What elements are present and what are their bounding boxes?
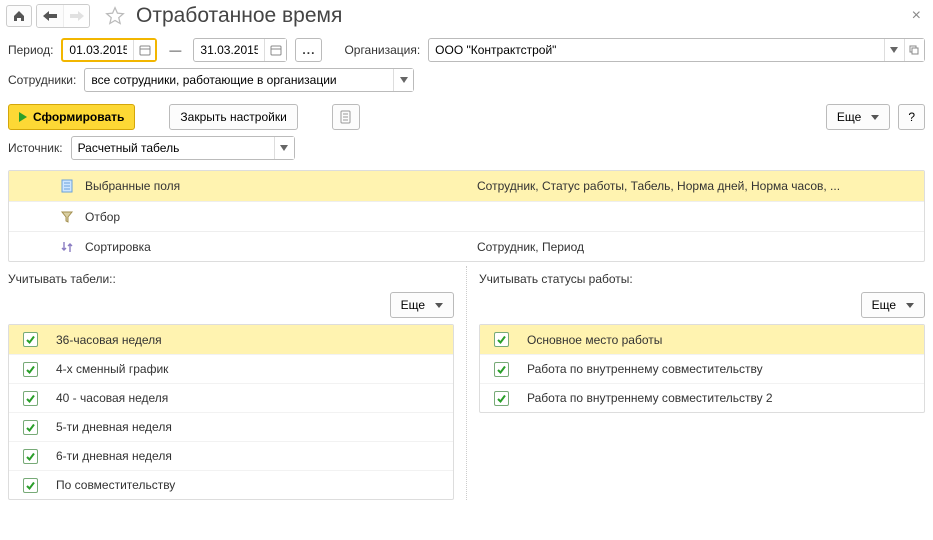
list-item-label: 5-ти дневная неделя	[56, 420, 172, 434]
period-to-input[interactable]	[193, 38, 287, 62]
checkbox[interactable]	[23, 478, 38, 493]
period-from-field[interactable]	[63, 40, 133, 60]
list-item[interactable]: Работа по внутреннему совместительству 2	[480, 383, 924, 412]
period-from-input[interactable]	[61, 38, 157, 62]
nav-buttons	[36, 4, 90, 28]
employees-select[interactable]	[84, 68, 414, 92]
help-label: ?	[908, 110, 915, 124]
list-item[interactable]: По совместительству	[9, 470, 453, 499]
settings-row-label: Выбранные поля	[85, 179, 180, 193]
list-item[interactable]: 4-х сменный график	[9, 354, 453, 383]
tabels-title: Учитывать табели::	[8, 266, 454, 288]
settings-row-detail: Сотрудник, Статус работы, Табель, Норма …	[469, 179, 924, 193]
window-toolbar: Отработанное время ×	[0, 0, 933, 32]
employees-label: Сотрудники:	[8, 73, 76, 87]
source-label: Источник:	[8, 141, 63, 155]
checkbox[interactable]	[23, 332, 38, 347]
checkbox[interactable]	[494, 362, 509, 377]
list-item-label: 4-х сменный график	[56, 362, 168, 376]
checkbox[interactable]	[23, 449, 38, 464]
more-label: Еще	[872, 298, 896, 312]
organization-select[interactable]	[428, 38, 925, 62]
source-field[interactable]	[72, 137, 274, 159]
list-item[interactable]: 36-часовая неделя	[9, 325, 453, 354]
page-title: Отработанное время	[136, 4, 342, 28]
play-icon	[19, 112, 27, 122]
statuses-list: Основное место работы Работа по внутренне…	[479, 324, 925, 413]
tabels-more-button[interactable]: Еще	[390, 292, 454, 318]
dropdown-icon[interactable]	[274, 137, 294, 159]
settings-row-label: Сортировка	[85, 240, 151, 254]
settings-table: Выбранные поля Сотрудник, Статус работы,…	[8, 170, 925, 262]
list-item[interactable]: 6-ти дневная неделя	[9, 441, 453, 470]
employees-field[interactable]	[85, 69, 392, 91]
list-item-label: 40 - часовая неделя	[56, 391, 168, 405]
dropdown-icon[interactable]	[393, 69, 414, 91]
list-item[interactable]: 5-ти дневная неделя	[9, 412, 453, 441]
list-item[interactable]: Основное место работы	[480, 325, 924, 354]
settings-row-filter[interactable]: Отбор	[9, 201, 924, 231]
statuses-title: Учитывать статусы работы:	[479, 266, 925, 288]
period-separator: —	[169, 43, 181, 57]
caret-down-icon	[871, 115, 879, 120]
list-item[interactable]: 40 - часовая неделя	[9, 383, 453, 412]
more-button[interactable]: Еще	[826, 104, 890, 130]
list-item-label: Основное место работы	[527, 333, 662, 347]
list-item-label: 36-часовая неделя	[56, 333, 162, 347]
generate-button[interactable]: Сформировать	[8, 104, 135, 130]
statuses-more-button[interactable]: Еще	[861, 292, 925, 318]
list-item-label: Работа по внутреннему совместительству 2	[527, 391, 773, 405]
settings-row-label: Отбор	[85, 210, 120, 224]
checkbox[interactable]	[494, 391, 509, 406]
tabels-list: 36-часовая неделя 4-х сменный график 40 - …	[8, 324, 454, 500]
checkbox[interactable]	[23, 362, 38, 377]
period-picker-button[interactable]: ...	[295, 38, 322, 62]
actions-row: Сформировать Закрыть настройки Еще ?	[0, 98, 933, 136]
organization-field[interactable]	[429, 39, 883, 61]
organization-label: Организация:	[344, 43, 420, 57]
report-variant-button[interactable]	[332, 104, 360, 130]
checkbox[interactable]	[494, 332, 509, 347]
checkbox[interactable]	[23, 420, 38, 435]
generate-label: Сформировать	[33, 110, 124, 124]
settings-row-detail: Сотрудник, Период	[469, 240, 924, 254]
list-item-label: Работа по внутреннему совместительству	[527, 362, 763, 376]
settings-row-fields[interactable]: Выбранные поля Сотрудник, Статус работы,…	[9, 171, 924, 201]
more-label: Еще	[837, 110, 861, 124]
statuses-panel: Учитывать статусы работы: Еще Основное м…	[466, 266, 925, 500]
list-item-label: 6-ти дневная неделя	[56, 449, 172, 463]
close-button[interactable]: ×	[906, 7, 927, 25]
calendar-icon[interactable]	[264, 39, 286, 61]
close-settings-label: Закрыть настройки	[180, 110, 286, 124]
back-button[interactable]	[37, 5, 63, 27]
open-icon[interactable]	[904, 39, 924, 61]
dropdown-icon[interactable]	[884, 39, 904, 61]
source-row: Источник:	[0, 136, 933, 166]
calendar-icon[interactable]	[133, 40, 155, 60]
settings-row-sort[interactable]: Сортировка Сотрудник, Период	[9, 231, 924, 261]
favorite-star-icon[interactable]	[104, 5, 126, 27]
period-to-field[interactable]	[194, 39, 264, 61]
caret-down-icon	[906, 303, 914, 308]
checkbox[interactable]	[23, 391, 38, 406]
help-button[interactable]: ?	[898, 104, 925, 130]
filter-row-employees: Сотрудники:	[0, 68, 933, 98]
tabels-panel: Учитывать табели:: Еще 36-часовая неделя…	[8, 266, 466, 500]
more-label: Еще	[401, 298, 425, 312]
options-columns: Учитывать табели:: Еще 36-часовая неделя…	[0, 266, 933, 500]
sort-icon	[59, 239, 75, 255]
source-select[interactable]	[71, 136, 295, 160]
period-label: Период:	[8, 43, 53, 57]
filter-row-period: Период: — ... Организация:	[0, 32, 933, 68]
filter-icon	[59, 209, 75, 225]
fields-icon	[59, 178, 75, 194]
list-item-label: По совместительству	[56, 478, 175, 492]
list-item[interactable]: Работа по внутреннему совместительству	[480, 354, 924, 383]
forward-button[interactable]	[63, 5, 89, 27]
caret-down-icon	[435, 303, 443, 308]
close-settings-button[interactable]: Закрыть настройки	[169, 104, 297, 130]
home-button[interactable]	[6, 5, 32, 27]
